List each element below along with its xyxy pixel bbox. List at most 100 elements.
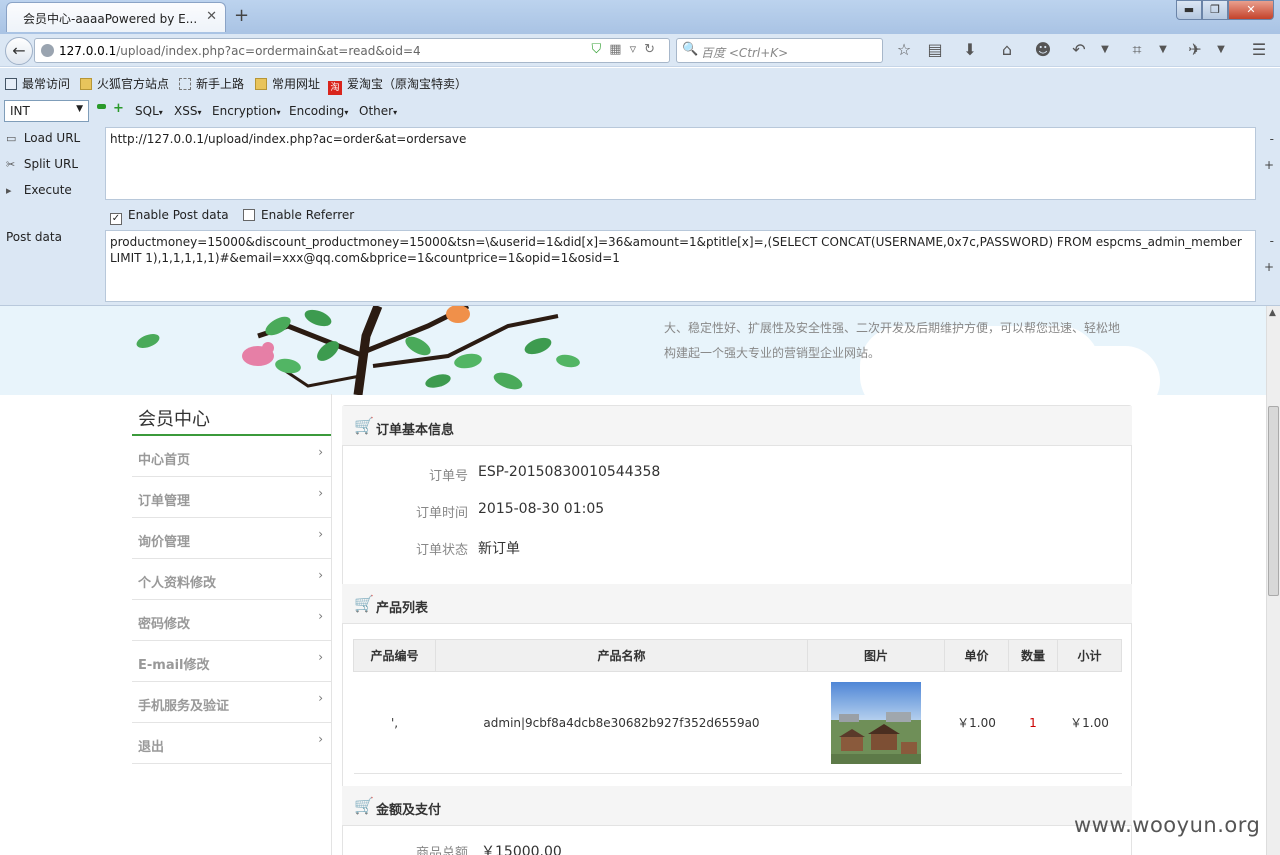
total-label: 商品总额 bbox=[415, 846, 468, 855]
menu-sql[interactable]: SQL▾ bbox=[135, 104, 163, 118]
menu-hamburger-icon[interactable]: ☰ bbox=[1248, 40, 1270, 59]
chevron-right-icon: › bbox=[318, 486, 323, 500]
checkbox-empty-icon bbox=[243, 209, 255, 221]
close-window-button[interactable]: ✕ bbox=[1228, 0, 1274, 20]
taobao-icon: 淘 bbox=[328, 81, 342, 95]
bookmark-getting-started[interactable]: 新手上路 bbox=[179, 75, 244, 92]
column-header: 单价 bbox=[944, 639, 1009, 672]
chevron-right-icon: › bbox=[318, 650, 323, 664]
dropdown-arrow-icon: ▿ bbox=[629, 42, 645, 57]
scissors-icon: ✂ bbox=[6, 158, 16, 171]
sidebar-item-profile[interactable]: 个人资料修改 › bbox=[132, 559, 331, 600]
home-icon[interactable]: ⌂ bbox=[996, 40, 1018, 59]
chevron-down-icon: ▼ bbox=[76, 104, 83, 114]
folder-icon bbox=[255, 78, 267, 90]
order-no-value: ESP-20150830010544358 bbox=[478, 464, 661, 480]
section-product-list: 🛒 产品列表 bbox=[342, 584, 1132, 624]
extension-dropdown-icon[interactable]: ▼ bbox=[1210, 44, 1232, 55]
type-select[interactable]: INT ▼ bbox=[4, 100, 89, 122]
menu-other[interactable]: Other▾ bbox=[359, 104, 397, 118]
url-textarea[interactable]: http://127.0.0.1/upload/index.php?ac=ord… bbox=[105, 127, 1256, 200]
url-shrink-icon[interactable]: - bbox=[1270, 132, 1274, 146]
enable-post-checkbox[interactable]: ✓ Enable Post data bbox=[110, 208, 229, 225]
download-icon[interactable]: ⬇ bbox=[959, 40, 981, 59]
undo-icon[interactable]: ↶ bbox=[1068, 40, 1090, 59]
product-table: 产品编号 产品名称 图片 单价 数量 小计 ', admin|9cbf8a4dc… bbox=[353, 639, 1122, 774]
sidebar-item-email[interactable]: E-mail修改 › bbox=[132, 641, 331, 682]
menu-encoding[interactable]: Encoding▾ bbox=[289, 104, 348, 118]
page-icon bbox=[179, 78, 191, 90]
sidebar-item-logout[interactable]: 退出 › bbox=[132, 723, 331, 764]
url-text[interactable]: 127.0.0.1/upload/index.php?ac=ordermain&… bbox=[59, 44, 421, 58]
menu-encryption[interactable]: Encryption▾ bbox=[212, 104, 280, 118]
page-scrollbar[interactable]: ▲ bbox=[1266, 306, 1280, 855]
extension-icon[interactable]: ✈ bbox=[1184, 40, 1206, 59]
bookmark-star-icon[interactable]: ☆ bbox=[893, 40, 915, 59]
hackbar-panel: INT ▼ + SQL▾ XSS▾ Encryption▾ Encoding▾ O… bbox=[0, 96, 1280, 306]
product-image-cell[interactable] bbox=[807, 671, 945, 774]
section-payment: 🛒 金额及支付 bbox=[342, 786, 1132, 826]
post-data-textarea[interactable]: productmoney=15000&discount_productmoney… bbox=[105, 230, 1256, 302]
product-price: ￥1.00 bbox=[944, 671, 1009, 774]
sidebar-item-inquiries[interactable]: 询价管理 › bbox=[132, 518, 331, 559]
order-time-value: 2015-08-30 01:05 bbox=[478, 501, 605, 517]
bookmark-taobao[interactable]: 淘爱淘宝（原淘宝特卖） bbox=[328, 75, 467, 95]
search-bar[interactable]: 🔍 百度 <Ctrl+K> bbox=[676, 38, 883, 63]
navigation-toolbar: ← 127.0.0.1/upload/index.php?ac=ordermai… bbox=[0, 34, 1280, 67]
table-header-row: 产品编号 产品名称 图片 单价 数量 小计 bbox=[353, 639, 1122, 672]
tab-close-icon[interactable]: ✕ bbox=[206, 9, 217, 24]
crop-dropdown-icon[interactable]: ▼ bbox=[1152, 44, 1174, 55]
load-url-button[interactable]: ▭ Load URL bbox=[6, 131, 80, 145]
chat-icon[interactable]: ☻ bbox=[1032, 40, 1054, 59]
address-bar[interactable]: 127.0.0.1/upload/index.php?ac=ordermain&… bbox=[34, 38, 670, 63]
minimize-button[interactable]: ▬ bbox=[1176, 0, 1202, 20]
increment-icon[interactable]: + bbox=[113, 101, 124, 116]
order-no-label: 订单号 bbox=[428, 469, 468, 484]
back-arrow-icon[interactable]: ← bbox=[5, 37, 33, 65]
maximize-button[interactable]: ❐ bbox=[1202, 0, 1228, 20]
new-tab-button[interactable]: + bbox=[234, 5, 249, 26]
scroll-thumb[interactable] bbox=[1268, 406, 1279, 596]
sidebar-item-password[interactable]: 密码修改 › bbox=[132, 600, 331, 641]
undo-dropdown-icon[interactable]: ▼ bbox=[1094, 44, 1116, 55]
bookmark-common-sites[interactable]: 常用网址 bbox=[255, 75, 320, 92]
product-code: ', bbox=[353, 671, 436, 774]
bookmark-firefox-official[interactable]: 火狐官方站点 bbox=[80, 75, 169, 92]
shield-icon: ⛉ bbox=[591, 42, 610, 57]
sidebar-divider bbox=[331, 394, 332, 855]
post-shrink-icon[interactable]: - bbox=[1270, 234, 1274, 248]
window-titlebar: 会员中心-aaaaPowered by E... ✕ + ▬ ❐ ✕ bbox=[0, 0, 1280, 34]
bookmarks-toolbar: 最常访问 火狐官方站点 新手上路 常用网址 淘爱淘宝（原淘宝特卖） bbox=[0, 68, 1280, 96]
tab-title: 会员中心-aaaaPowered by E... bbox=[23, 12, 198, 26]
cart-icon: 🛒 bbox=[354, 594, 374, 613]
scroll-up-icon[interactable]: ▲ bbox=[1269, 308, 1276, 318]
post-expand-icon[interactable]: + bbox=[1264, 260, 1274, 274]
url-expand-icon[interactable]: + bbox=[1264, 158, 1274, 172]
order-time-label: 订单时间 bbox=[415, 506, 468, 521]
menu-xss[interactable]: XSS▾ bbox=[174, 104, 201, 118]
bookmark-frequent[interactable]: 最常访问 bbox=[5, 75, 70, 92]
product-name[interactable]: admin|9cbf8a4dcb8e30682b927f352d6559a0 bbox=[435, 671, 808, 774]
split-url-button[interactable]: ✂ Split URL bbox=[6, 157, 78, 171]
decrement-icon[interactable] bbox=[97, 104, 106, 109]
column-header: 产品编号 bbox=[353, 639, 436, 672]
reading-list-icon[interactable]: ▤ bbox=[924, 40, 946, 59]
enable-referrer-checkbox[interactable]: Enable Referrer bbox=[243, 208, 354, 222]
chevron-right-icon: › bbox=[318, 691, 323, 705]
sidebar-item-orders[interactable]: 订单管理 › bbox=[132, 477, 331, 518]
column-header: 数量 bbox=[1008, 639, 1058, 672]
tree-illustration bbox=[136, 306, 580, 395]
product-image[interactable] bbox=[831, 681, 921, 764]
browser-tab[interactable]: 会员中心-aaaaPowered by E... ✕ bbox=[6, 2, 226, 32]
crop-icon[interactable]: ⌗ bbox=[1126, 40, 1148, 60]
site-banner: 大、稳定性好、扩展性及安全性强、二次开发及后期维护方便，可以帮您迅速、轻松地构建… bbox=[0, 306, 1266, 395]
sidebar-item-home[interactable]: 中心首页 › bbox=[132, 436, 331, 477]
table-row: ', admin|9cbf8a4dcb8e30682b927f352d6559a… bbox=[353, 671, 1122, 774]
total-value: ￥15000.00 bbox=[481, 844, 562, 855]
chevron-right-icon: › bbox=[318, 732, 323, 746]
product-quantity: 1 bbox=[1008, 671, 1058, 774]
sidebar-item-mobile[interactable]: 手机服务及验证 › bbox=[132, 682, 331, 723]
execute-button[interactable]: ▸ Execute bbox=[6, 183, 72, 197]
url-action-icons[interactable]: ⛉▦▿↻ bbox=[592, 42, 664, 57]
folder-icon bbox=[80, 78, 92, 90]
